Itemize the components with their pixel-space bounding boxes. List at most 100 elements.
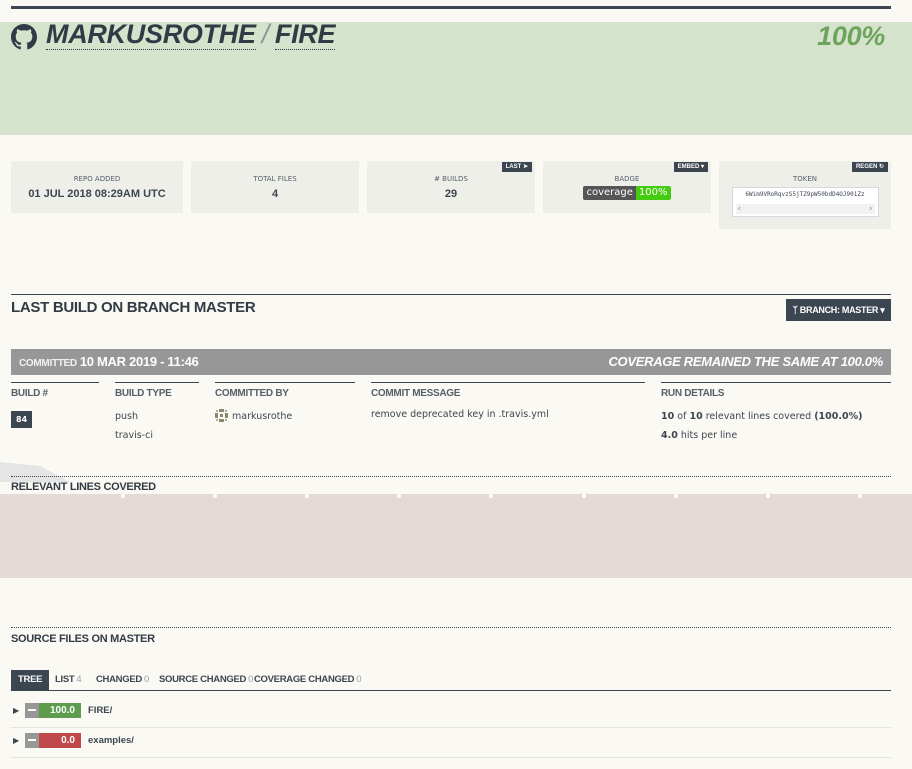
- tab-label: TREE: [18, 674, 43, 685]
- stat-value: 01 JUL 2018 08:29AM UTC: [28, 188, 166, 200]
- covered-count: 10: [661, 411, 675, 422]
- tab-changed[interactable]: CHANGED 0: [89, 670, 156, 690]
- relevant-lines-chart: [0, 494, 912, 578]
- hits-value: 4.0: [661, 430, 678, 441]
- coverage-value: 0.0: [61, 735, 75, 746]
- build-type-event: push: [115, 411, 139, 422]
- scroll-right-icon[interactable]: ›: [869, 204, 873, 214]
- commit-bar: COMMITTED 10 MAR 2019 - 11:46 COVERAGE RE…: [11, 349, 891, 375]
- collapse-icon[interactable]: [25, 703, 39, 718]
- column-header: COMMITTED BY: [215, 388, 289, 399]
- lines-covered: 10 of 10 relevant lines covered (100.0%): [661, 411, 891, 422]
- committed-prefix: COMMITTED: [19, 358, 77, 369]
- arrow-right-icon: ➤: [522, 164, 528, 170]
- scroll-left-icon[interactable]: ‹: [738, 204, 742, 214]
- total-count: 10: [689, 411, 703, 422]
- col-build-num: BUILD # 84: [11, 382, 99, 428]
- source-files-title: SOURCE FILES ON MASTER: [11, 633, 155, 645]
- stat-label: TOKEN: [792, 175, 818, 183]
- stat-value: 4: [271, 188, 279, 200]
- column-header: BUILD TYPE: [115, 388, 172, 399]
- tab-list[interactable]: LIST 4: [48, 670, 88, 690]
- last-button-label: LAST: [505, 164, 522, 170]
- stat-label: BADGE: [614, 175, 640, 183]
- build-type-service: travis-ci: [115, 430, 153, 441]
- commit-date: COMMITTED 10 MAR 2019 - 11:46: [19, 354, 199, 369]
- tab-source-changed[interactable]: SOURCE CHANGED 0: [152, 670, 260, 690]
- tab-count: 4: [76, 674, 82, 685]
- coverage-cell: 100.0: [39, 703, 81, 718]
- committer-name[interactable]: markusrothe: [232, 411, 292, 422]
- tab-coverage-changed[interactable]: COVERAGE CHANGED 0: [247, 670, 368, 690]
- chart-tick: [397, 494, 401, 498]
- chart-tick: [766, 494, 770, 498]
- token-value: 6Wim9VRoRqvzS5jTZ9pW50bdD4OJ901Zz: [745, 191, 865, 198]
- file-name[interactable]: FIRE/: [88, 705, 112, 716]
- coverage-cell: 0.0: [39, 733, 81, 748]
- relevant-lines-title: RELEVANT LINES COVERED: [11, 481, 156, 493]
- chart-tick: [674, 494, 678, 498]
- file-row[interactable]: ▶ 0.0 examples/: [11, 727, 891, 758]
- coverage-badge: coverage 100%: [583, 186, 671, 200]
- col-build-type: BUILD TYPE push travis-ci: [115, 382, 199, 441]
- stat-badge: EMBED ▾ BADGE coverage 100%: [543, 161, 711, 213]
- relevant-text: relevant lines covered: [705, 411, 812, 422]
- committed-date: 10 MAR 2019 - 11:46: [79, 354, 199, 369]
- tab-tree[interactable]: TREE: [11, 670, 50, 690]
- avatar: [215, 409, 228, 422]
- tab-label: LIST: [55, 674, 75, 685]
- column-header: BUILD #: [11, 388, 48, 399]
- of-text: of: [677, 411, 687, 422]
- collapse-icon[interactable]: [25, 733, 39, 748]
- badge-right: 100%: [635, 186, 671, 200]
- col-commit-message: COMMIT MESSAGE remove deprecated key in …: [371, 382, 645, 420]
- tab-label: SOURCE CHANGED: [159, 674, 247, 685]
- repo-title: MARKUSROTHE / FIRE: [46, 19, 336, 50]
- stat-label: # BUILDS: [434, 175, 468, 183]
- stat-value: 29: [444, 188, 458, 200]
- expand-triangle-icon[interactable]: ▶: [13, 706, 19, 715]
- file-row[interactable]: ▶ 100.0 FIRE/: [11, 697, 891, 728]
- tab-count: 0: [143, 674, 149, 685]
- embed-button-label: EMBED: [677, 164, 700, 170]
- last-build-button[interactable]: LAST ➤: [501, 162, 532, 172]
- last-build-title: LAST BUILD ON BRANCH MASTER: [11, 299, 256, 316]
- chart-fragment: [0, 462, 70, 482]
- section-rule: [11, 294, 891, 295]
- chart-tick: [213, 494, 217, 498]
- embed-button[interactable]: EMBED ▾: [673, 162, 708, 172]
- owner-link[interactable]: MARKUSROTHE: [46, 19, 256, 50]
- coverage-status: COVERAGE REMAINED THE SAME AT 100.0%: [608, 354, 883, 369]
- tab-label: CHANGED: [96, 674, 142, 685]
- branch-selector-button[interactable]: ᛉ BRANCH: MASTER ▾: [786, 299, 891, 321]
- github-icon[interactable]: [11, 24, 37, 50]
- file-name[interactable]: examples/: [88, 735, 134, 746]
- stat-repo-added: REPO ADDED 01 JUL 2018 08:29AM UTC: [11, 161, 183, 213]
- token-field[interactable]: 6Wim9VRoRqvzS5jTZ9pW50bdD4OJ901Zz ‹ ›: [731, 187, 879, 217]
- section-rule: [11, 627, 891, 628]
- stat-builds: LAST ➤ # BUILDS 29: [367, 161, 535, 213]
- coverage-percentage: 100%: [817, 21, 885, 51]
- commit-message: remove deprecated key in .travis.yml: [371, 409, 549, 420]
- stat-token: REGEN ↻ TOKEN 6Wim9VRoRqvzS5jTZ9pW50bdD4…: [719, 161, 891, 229]
- regen-button[interactable]: REGEN ↻: [851, 162, 888, 172]
- stat-label: REPO ADDED: [73, 175, 121, 183]
- branch-icon: ᛉ: [792, 305, 798, 315]
- expand-triangle-icon[interactable]: ▶: [13, 736, 19, 745]
- title-separator: /: [261, 19, 270, 49]
- section-rule: [11, 476, 891, 477]
- tab-count: 0: [356, 674, 362, 685]
- col-run-details: RUN DETAILS 10 of 10 relevant lines cove…: [661, 382, 891, 441]
- refresh-icon: ↻: [878, 164, 884, 170]
- branch-button-label: BRANCH: MASTER: [799, 305, 879, 315]
- stat-label: TOTAL FILES: [253, 175, 297, 183]
- column-header: COMMIT MESSAGE: [371, 388, 461, 399]
- covered-pct: (100.0%): [814, 411, 863, 422]
- build-number-link[interactable]: 84: [11, 411, 33, 428]
- top-rule: [11, 6, 891, 9]
- token-scrollbar[interactable]: ‹ ›: [735, 204, 875, 214]
- caret-down-icon: ▾: [880, 305, 885, 315]
- source-tabs: TREE LIST 4 CHANGED 0 SOURCE CHANGED 0 COVE…: [11, 670, 891, 691]
- repo-link[interactable]: FIRE: [274, 19, 336, 50]
- chart-tick: [858, 494, 862, 498]
